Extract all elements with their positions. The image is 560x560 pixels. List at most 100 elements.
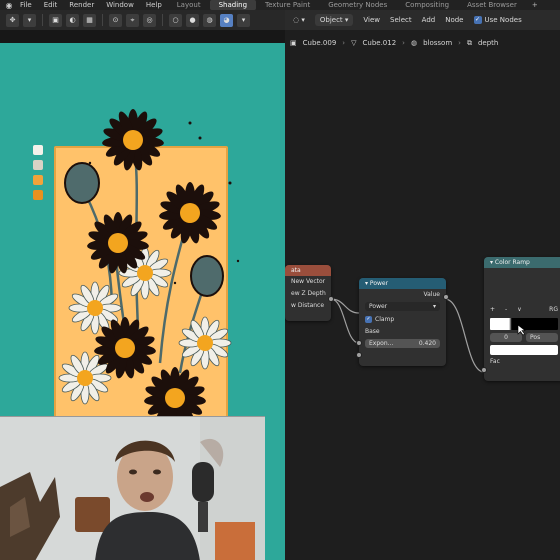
input-socket[interactable]	[356, 340, 362, 346]
field-value: 0	[504, 334, 508, 341]
remove-stop-button[interactable]: -	[505, 304, 507, 316]
color-ramp-node[interactable]: ▾ Color Ramp + - ∨ RG 0 Pos Fac	[484, 257, 560, 381]
output-value-row: Value	[359, 289, 446, 301]
socket-label: Fac	[490, 358, 500, 365]
clamp-row: ✓ Clamp	[359, 314, 446, 326]
operation-dropdown[interactable]: Power ▾	[365, 302, 440, 311]
color-mode-dropdown[interactable]: RG	[549, 304, 558, 316]
xray-icon[interactable]: ▦	[83, 13, 96, 27]
socket-label: ew Z Depth	[291, 290, 326, 297]
top-menubar: ◉ File Edit Render Window Help Layout Sh…	[0, 0, 560, 10]
socket-label: Value	[423, 291, 440, 298]
menu-node[interactable]: Node	[445, 16, 463, 24]
exponent-row: Expon... 0.420	[359, 339, 446, 351]
output-socket[interactable]	[328, 296, 334, 302]
position-field[interactable]: Pos	[526, 333, 558, 342]
chevron-right-icon: ›	[342, 39, 346, 47]
field-label: Expon...	[369, 340, 394, 347]
overlay-icon[interactable]: ◐	[66, 13, 79, 27]
transform-tool-icon[interactable]: ✥	[6, 13, 19, 27]
breadcrumb-item[interactable]: Cube.012	[363, 39, 397, 47]
dropdown-value: Power	[369, 303, 388, 310]
select-box-icon[interactable]: ▣	[49, 13, 62, 27]
use-nodes-label: Use Nodes	[484, 16, 522, 24]
output-new-vector: New Vector	[285, 276, 331, 288]
pivot-icon[interactable]: ⊙	[109, 13, 122, 27]
blender-window: ◉ File Edit Render Window Help Layout Sh…	[0, 0, 560, 560]
object-mode-label: Object	[319, 16, 343, 24]
proportional-edit-icon[interactable]: ◎	[143, 13, 156, 27]
input-base-row: Base	[359, 326, 446, 338]
editor-type-icon[interactable]: ◌ ▾	[293, 16, 305, 24]
stop-color-swatch[interactable]	[490, 345, 558, 355]
breadcrumb: ▣ Cube.009 › ▽ Cube.012 › ◍ blossom › ⧉ …	[290, 36, 560, 50]
socket-label: Base	[365, 328, 380, 335]
breadcrumb-item[interactable]: Cube.009	[303, 39, 337, 47]
input-socket[interactable]	[356, 352, 362, 358]
toolbar-divider	[162, 14, 163, 26]
menu-help[interactable]: Help	[140, 0, 168, 10]
snap-icon[interactable]: ⌖	[126, 13, 139, 27]
ramp-menu-button[interactable]: ∨	[517, 304, 521, 316]
breadcrumb-item[interactable]: depth	[478, 39, 498, 47]
solid-shading-icon[interactable]: ●	[186, 13, 199, 27]
webcam-overlay	[0, 416, 265, 560]
add-workspace-button[interactable]: +	[526, 1, 544, 9]
tab-compositing[interactable]: Compositing	[396, 0, 458, 10]
mesh-icon: ▽	[351, 39, 357, 47]
menu-add[interactable]: Add	[422, 16, 436, 24]
menu-render[interactable]: Render	[63, 0, 100, 10]
toolbar-divider	[102, 14, 103, 26]
chevron-right-icon: ›	[402, 39, 405, 47]
geometry-node[interactable]: ata New Vector ew Z Depth w Distance	[285, 265, 331, 321]
tab-texture-paint[interactable]: Texture Paint	[256, 0, 319, 10]
exponent-field[interactable]: Expon... 0.420	[365, 339, 440, 348]
viewport-header: ✥ ▾ ▣ ◐ ▦ ⊙ ⌖ ◎ ○ ● ◍ ◕ ▾	[0, 10, 285, 30]
output-distance: w Distance	[285, 300, 331, 312]
mouse-cursor-icon	[517, 324, 526, 336]
breadcrumb-item[interactable]: blossom	[423, 39, 452, 47]
tab-asset-browser[interactable]: Asset Browser	[458, 0, 526, 10]
output-z-depth: ew Z Depth	[285, 288, 331, 300]
field-label: Pos	[530, 334, 541, 341]
shading-options-icon[interactable]: ▾	[237, 13, 250, 27]
material-shading-icon[interactable]: ◍	[203, 13, 216, 27]
tab-shading[interactable]: Shading	[209, 0, 257, 10]
ramp-spacer	[484, 268, 560, 304]
node-title: ▾ Color Ramp	[484, 257, 560, 268]
blender-logo-icon[interactable]: ◉	[4, 0, 14, 10]
webcam-feed	[0, 417, 265, 560]
socket-label: w Distance	[291, 302, 325, 309]
input-socket[interactable]	[481, 367, 487, 373]
clamp-checkbox[interactable]: ✓	[365, 316, 372, 323]
material-icon: ◍	[410, 39, 418, 47]
menu-window[interactable]: Window	[100, 0, 140, 10]
tab-layout[interactable]: Layout	[168, 0, 210, 10]
use-nodes-toggle[interactable]: ✓ Use Nodes	[473, 16, 522, 24]
node-group-icon: ⧉	[466, 38, 472, 47]
checkmark-icon: ✓	[473, 16, 482, 24]
checkbox-label: Clamp	[375, 316, 395, 323]
input-fac-row: Fac	[484, 356, 560, 368]
wireframe-shading-icon[interactable]: ○	[169, 13, 182, 27]
node-title: ata	[285, 265, 331, 276]
add-stop-button[interactable]: +	[490, 304, 495, 316]
menu-select[interactable]: Select	[390, 16, 412, 24]
menu-file[interactable]: File	[14, 0, 38, 10]
tool-settings-icon[interactable]: ▾	[23, 13, 36, 27]
ramp-controls: + - ∨ RG	[484, 304, 560, 316]
socket-label: New Vector	[291, 278, 326, 285]
viewport-margin	[0, 30, 285, 43]
node-title-text: Color Ramp	[494, 259, 530, 266]
object-mode-dropdown[interactable]: Object ▾	[314, 14, 354, 26]
rendered-shading-icon[interactable]: ◕	[220, 13, 233, 27]
output-socket[interactable]	[443, 294, 449, 300]
toolbar-divider	[42, 14, 43, 26]
field-value: 0.420	[418, 340, 436, 347]
object-icon: ▣	[290, 39, 297, 47]
node-editor-header: ◌ ▾ Object ▾ View Select Add Node ✓ Use N…	[285, 10, 560, 30]
menu-edit[interactable]: Edit	[38, 0, 64, 10]
menu-view[interactable]: View	[363, 16, 380, 24]
math-power-node[interactable]: ▾ Power Value Power ▾ ✓ Clamp Base Expon..…	[359, 278, 446, 366]
tab-geometry-nodes[interactable]: Geometry Nodes	[319, 0, 396, 10]
